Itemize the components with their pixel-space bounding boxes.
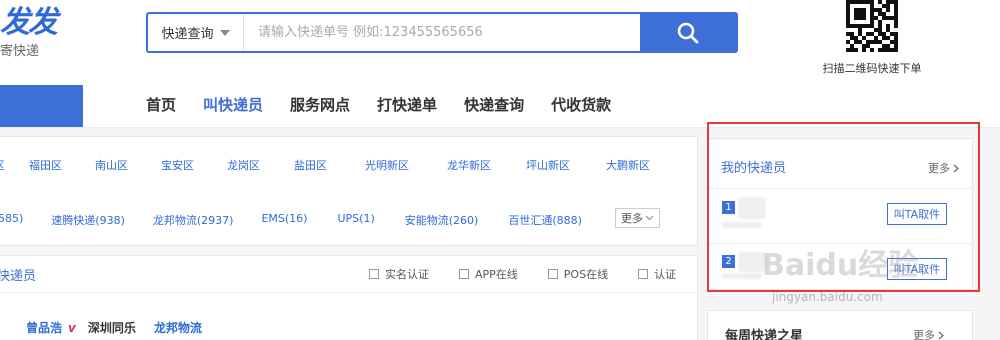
logo-main-text: 发发 xyxy=(0,5,58,40)
highlight-box xyxy=(707,122,980,292)
qr-code-block: 扫描二维码快速下单 xyxy=(812,0,932,76)
company-filter-item[interactable]: EMS(16) xyxy=(261,212,307,228)
district-filter-item[interactable]: 南山区 xyxy=(95,157,128,173)
district-filter-item[interactable]: 龙岗区 xyxy=(227,157,260,173)
company-filter-item[interactable]: 585) xyxy=(0,212,23,228)
weekly-star-title: 每周快递之星 xyxy=(725,329,804,340)
courier-row[interactable]: 曾品浩 v 深圳同乐 龙邦物流 xyxy=(26,319,220,336)
qr-code-icon xyxy=(846,0,898,52)
district-filter-row: 区 福田区 南山区 宝安区 龙岗区 盐田区 光明新区 龙华新区 坪山新区 大鹏新区 xyxy=(0,157,650,173)
qr-label: 扫描二维码快速下单 xyxy=(822,62,922,75)
district-filter-item[interactable]: 福田区 xyxy=(29,157,62,173)
company-filter-item[interactable]: 速腾快递(938) xyxy=(51,212,125,228)
filter-checkbox[interactable]: 认证 xyxy=(638,266,676,282)
nav-item[interactable]: 叫快递员 xyxy=(203,94,263,116)
courier-location: 深圳同乐 xyxy=(87,321,136,335)
company-filter-item[interactable]: 龙邦物流(2937) xyxy=(153,212,234,228)
company-filter-row: 585) 速腾快递(938) 龙邦物流(2937) EMS(16) UPS(1) 安能物流… xyxy=(0,212,582,228)
filter-checkbox[interactable]: 实名认证 xyxy=(369,266,429,282)
nav-item[interactable]: 快递查询 xyxy=(464,94,524,116)
more-companies-button[interactable]: 更多 xyxy=(615,208,660,228)
district-filter-item[interactable]: 区 xyxy=(0,157,5,173)
district-filter-item[interactable]: 坪山新区 xyxy=(526,157,570,173)
checkbox-label: POS在线 xyxy=(563,268,609,281)
more-label: 更多 xyxy=(913,329,935,340)
checkbox-label: APP在线 xyxy=(475,268,518,281)
checkbox-box[interactable] xyxy=(369,269,379,279)
nav-item[interactable]: 代收货款 xyxy=(551,94,611,116)
courier-list-title: 快递员 xyxy=(0,269,37,284)
district-filter-item[interactable]: 大鹏新区 xyxy=(606,157,650,173)
courier-company[interactable]: 龙邦物流 xyxy=(154,319,202,336)
search-box: 快递查询 xyxy=(146,12,738,53)
nav-item[interactable]: 打快递单 xyxy=(377,94,437,116)
company-filter-item[interactable]: UPS(1) xyxy=(337,212,374,228)
checkbox-box[interactable] xyxy=(638,269,649,279)
checkbox-label: 实名认证 xyxy=(385,268,429,281)
filter-checkbox[interactable]: APP在线 xyxy=(459,266,518,282)
checkbox-box[interactable] xyxy=(547,269,558,279)
district-filter-item[interactable]: 盐田区 xyxy=(294,157,327,173)
weekly-star-more-link[interactable]: 更多 xyxy=(913,327,944,340)
main-nav: 首页 叫快递员 服务网点 打快递单 快递查询 代收货款 xyxy=(146,94,638,116)
search-button[interactable] xyxy=(640,14,736,51)
company-filter-item[interactable]: 安能物流(260) xyxy=(405,212,479,228)
chevron-right-icon xyxy=(938,331,944,339)
tracking-number-input[interactable] xyxy=(244,14,640,51)
district-filter-item[interactable]: 光明新区 xyxy=(365,157,409,173)
caret-down-icon xyxy=(219,29,230,36)
nav-item[interactable]: 服务网点 xyxy=(290,94,350,116)
list-divider xyxy=(0,292,698,293)
company-filter-item[interactable]: 百世汇通(888) xyxy=(508,212,582,228)
category-menu-button[interactable] xyxy=(0,85,83,127)
verified-badge: v xyxy=(68,320,76,335)
courier-filter-checks: 实名认证 APP在线 POS在线 认证 xyxy=(369,266,676,282)
filter-checkbox[interactable]: POS在线 xyxy=(547,266,609,282)
search-icon xyxy=(677,22,699,43)
search-type-label: 快递查询 xyxy=(161,27,214,42)
nav-item[interactable]: 首页 xyxy=(146,94,176,116)
checkbox-box[interactable] xyxy=(459,269,469,279)
district-filter-item[interactable]: 龙华新区 xyxy=(447,157,491,173)
courier-name[interactable]: 曾品浩 xyxy=(26,319,62,336)
more-label: 更多 xyxy=(621,212,643,225)
filter-panel xyxy=(0,136,698,246)
search-type-dropdown[interactable]: 快递查询 xyxy=(148,14,244,51)
district-filter-item[interactable]: 宝安区 xyxy=(161,157,194,173)
chevron-down-icon xyxy=(645,215,654,221)
checkbox-label: 认证 xyxy=(654,268,677,281)
site-logo[interactable]: 发发 寄快递 xyxy=(0,5,60,60)
logo-sub-text: 寄快递 xyxy=(0,44,40,59)
